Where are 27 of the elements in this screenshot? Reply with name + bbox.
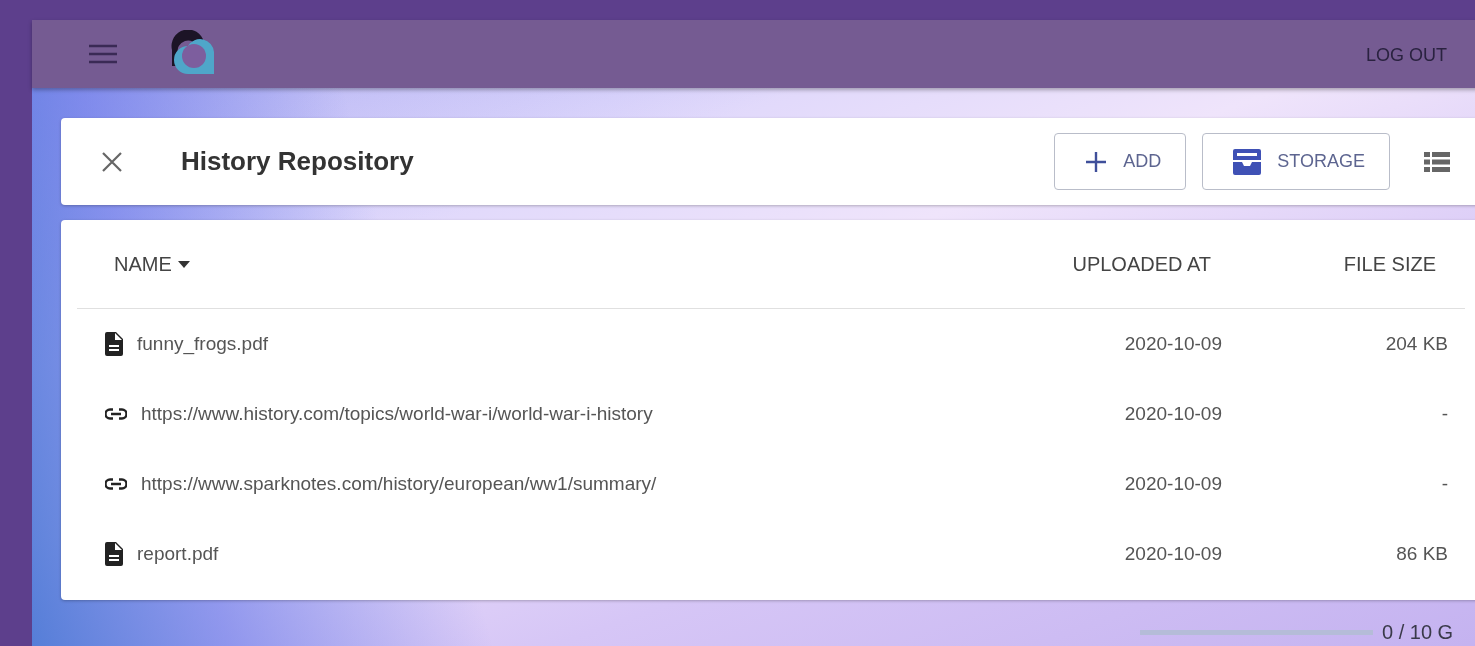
tray-icon bbox=[1233, 148, 1262, 175]
file-size: - bbox=[1441, 403, 1448, 425]
column-header[interactable]: NAME bbox=[105, 252, 202, 276]
upload-date: 2020-10-09 bbox=[1124, 403, 1222, 425]
upload-date: 2020-10-09 bbox=[1124, 543, 1222, 565]
file-icon bbox=[105, 332, 123, 356]
upload-date: 2020-10-09 bbox=[1124, 333, 1222, 355]
file-icon bbox=[105, 542, 123, 566]
list-view-icon[interactable] bbox=[1424, 151, 1450, 172]
repository-title: History Repository bbox=[181, 146, 414, 177]
file-size: 86 KB bbox=[1396, 543, 1448, 565]
file-name[interactable]: report.pdf bbox=[137, 543, 219, 565]
file-size: 204 KB bbox=[1385, 333, 1448, 355]
storage-reading: 0 / 10 G bbox=[1382, 621, 1454, 644]
file-size: - bbox=[1441, 473, 1448, 495]
upload-date: 2020-10-09 bbox=[1124, 473, 1222, 495]
file-name[interactable]: https://www.sparknotes.com/history/european/ww1/summary/ bbox=[141, 473, 657, 495]
plus-icon bbox=[1085, 150, 1108, 173]
add-button[interactable]: ADD bbox=[1054, 133, 1187, 190]
file-name[interactable]: funny_frogs.pdf bbox=[137, 333, 268, 355]
link-icon bbox=[105, 478, 127, 490]
column-header[interactable]: UPLOADED AT bbox=[1072, 252, 1222, 276]
storage-button[interactable]: STORAGE bbox=[1202, 133, 1390, 190]
link-icon bbox=[105, 408, 127, 420]
column-header[interactable]: FILE SIZE bbox=[1343, 252, 1448, 276]
file-name[interactable]: https://www.history.com/topics/world-war-i/world-war-i-history bbox=[141, 403, 653, 425]
close-icon[interactable] bbox=[101, 150, 123, 173]
